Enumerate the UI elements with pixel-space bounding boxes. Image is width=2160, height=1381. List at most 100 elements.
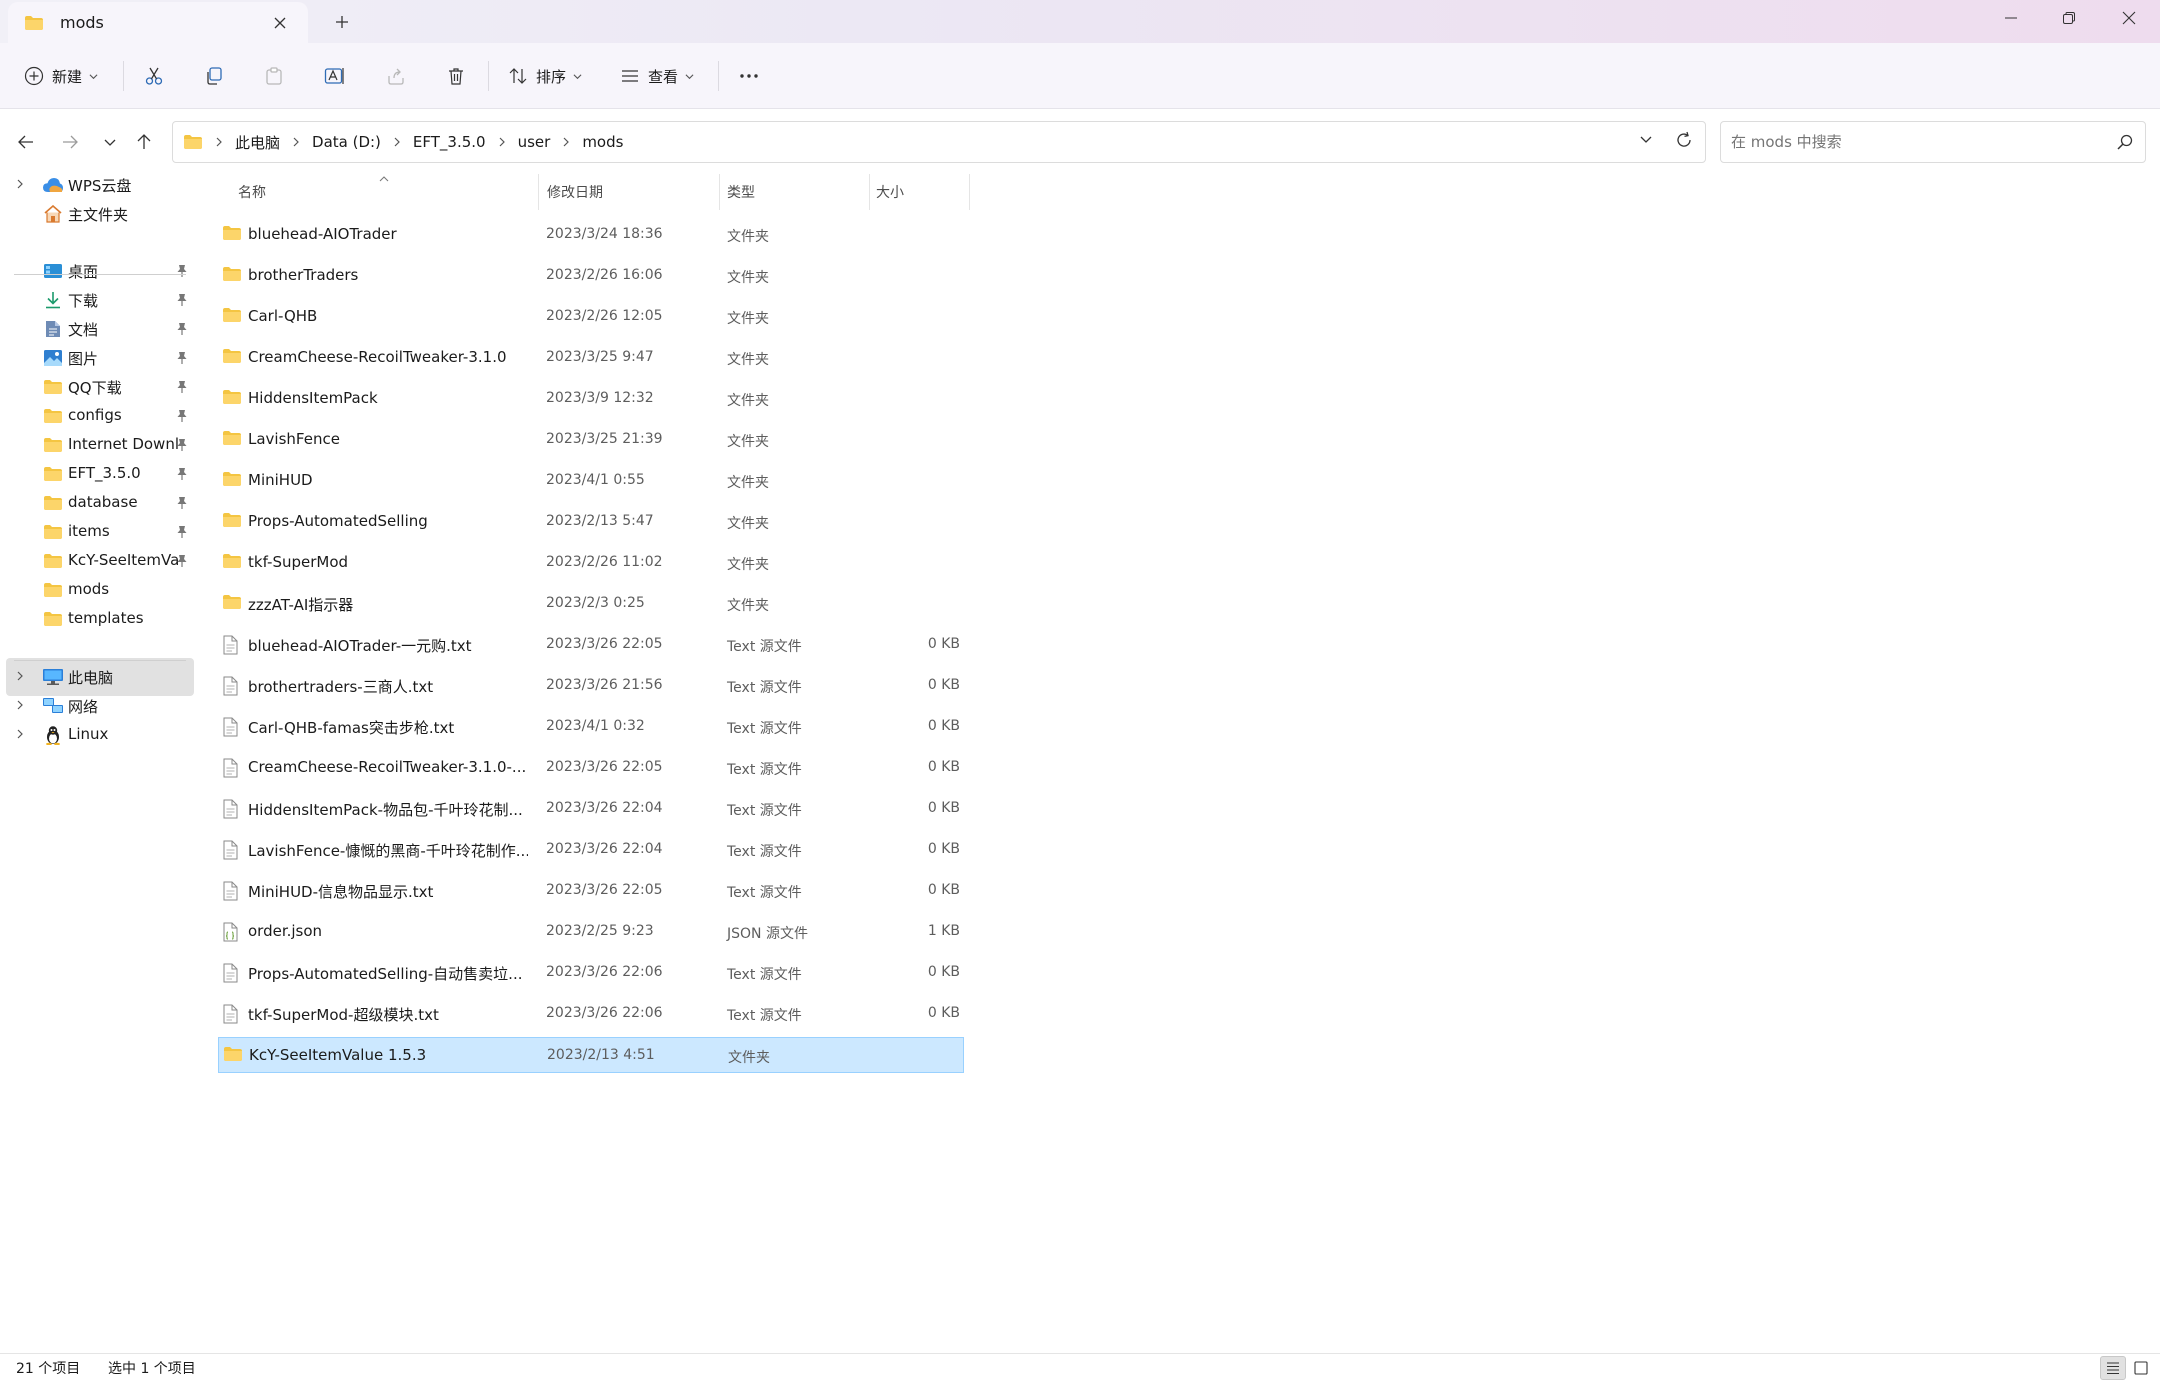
- view-label: 查看: [648, 67, 679, 86]
- sidebar-item[interactable]: 主文件夹: [6, 195, 194, 233]
- chevron-right-icon[interactable]: [16, 728, 24, 740]
- breadcrumb-this-pc[interactable]: 此电脑: [229, 132, 286, 153]
- file-list: 名称 修改日期 类型 大小 bluehead-AIOTrader 2023/3/2…: [198, 174, 2160, 1364]
- file-row[interactable]: brothertraders-三商人.txt 2023/3/26 21:56 Tex…: [218, 668, 964, 704]
- file-row[interactable]: CreamCheese-RecoilTweaker-3.1.0 2023/3/25…: [218, 340, 964, 376]
- nav-divider: [14, 274, 186, 275]
- file-row[interactable]: zzzAT-AI指示器 2023/2/3 0:25 文件夹: [218, 586, 964, 622]
- folder-icon: [223, 1046, 243, 1062]
- details-view-button[interactable]: [2100, 1356, 2126, 1380]
- tab-mods[interactable]: mods: [8, 2, 308, 43]
- up-button[interactable]: [128, 126, 160, 158]
- tiles-view-button[interactable]: [2128, 1356, 2154, 1380]
- sidebar-item[interactable]: templates: [6, 600, 194, 638]
- sidebar-item[interactable]: Linux: [6, 716, 194, 754]
- sidebar-item-label: QQ下载: [68, 379, 122, 397]
- file-row[interactable]: bluehead-AIOTrader-一元购.txt 2023/3/26 22:0…: [218, 627, 964, 663]
- new-tab-button[interactable]: [326, 9, 358, 35]
- file-row[interactable]: Props-AutomatedSelling 2023/2/13 5:47 文件夹: [218, 504, 964, 540]
- column-divider[interactable]: [719, 174, 720, 210]
- file-row[interactable]: Props-AutomatedSelling-自动售卖垃... 2023/3/26…: [218, 955, 964, 991]
- sort-icon: [509, 68, 527, 84]
- file-row[interactable]: Carl-QHB-famas突击步枪.txt 2023/4/1 0:32 Text …: [218, 709, 964, 745]
- sidebar-item-label: 主文件夹: [68, 206, 129, 224]
- paste-icon: [266, 67, 282, 85]
- refresh-button[interactable]: [1675, 131, 1693, 149]
- chevron-right-icon[interactable]: [387, 137, 407, 147]
- breadcrumb-eft[interactable]: EFT_3.5.0: [407, 133, 492, 151]
- column-header-size[interactable]: 大小: [876, 182, 904, 202]
- forward-button[interactable]: [54, 126, 86, 158]
- chevron-right-icon[interactable]: [492, 137, 512, 147]
- column-header-name[interactable]: 名称: [238, 182, 266, 202]
- more-options-button[interactable]: [738, 58, 760, 94]
- file-row[interactable]: bluehead-AIOTrader 2023/3/24 18:36 文件夹: [218, 217, 964, 253]
- file-row[interactable]: order.json 2023/2/25 9:23 JSON 源文件 1 KB: [218, 914, 964, 950]
- sidebar-item-label: 文档: [68, 321, 99, 339]
- column-divider[interactable]: [969, 174, 970, 210]
- linux-icon: [42, 725, 64, 745]
- file-row[interactable]: HiddensItemPack 2023/3/9 12:32 文件夹: [218, 381, 964, 417]
- close-tab-button[interactable]: [268, 11, 292, 35]
- file-row[interactable]: LavishFence-慷慨的黑商-千叶玲花制作.... 2023/3/26 22…: [218, 832, 964, 868]
- refresh-icon: [1677, 131, 1691, 147]
- address-bar[interactable]: 此电脑 Data (D:) EFT_3.5.0 user mods: [172, 121, 1706, 163]
- file-row[interactable]: MiniHUD-信息物品显示.txt 2023/3/26 22:05 Text 源文…: [218, 873, 964, 909]
- file-row[interactable]: LavishFence 2023/3/25 21:39 文件夹: [218, 422, 964, 458]
- chevron-right-icon[interactable]: [286, 137, 306, 147]
- restore-button[interactable]: [2038, 0, 2100, 36]
- sort-button[interactable]: 排序: [508, 58, 582, 94]
- search-button[interactable]: [2105, 134, 2145, 150]
- chevron-right-icon[interactable]: [16, 178, 24, 190]
- minimize-button[interactable]: [1980, 0, 2042, 36]
- navigation-pane: WPS云盘 主文件夹 桌面 下载 文档 图片 QQ下载 configs Internet Dow…: [0, 174, 196, 1364]
- file-row[interactable]: Carl-QHB 2023/2/26 12:05 文件夹: [218, 299, 964, 335]
- column-divider[interactable]: [869, 174, 870, 210]
- file-date: 2023/4/1 0:55: [546, 472, 645, 488]
- breadcrumb-user[interactable]: user: [512, 133, 557, 151]
- file-row[interactable]: KcY-SeeItemValue 1.5.3 2023/2/13 4:51 文件夹: [218, 1037, 964, 1073]
- back-button[interactable]: [10, 126, 42, 158]
- file-name: MiniHUD-信息物品显示.txt: [248, 883, 434, 901]
- recent-locations-button[interactable]: [94, 126, 126, 158]
- close-window-button[interactable]: [2098, 0, 2160, 36]
- chevron-right-icon[interactable]: [556, 137, 576, 147]
- sidebar-item-label: 此电脑: [68, 669, 114, 687]
- rename-button[interactable]: [324, 58, 346, 94]
- file-row[interactable]: brotherTraders 2023/2/26 16:06 文件夹: [218, 258, 964, 294]
- chevron-right-icon[interactable]: [209, 137, 229, 147]
- file-row[interactable]: tkf-SuperMod-超级模块.txt 2023/3/26 22:06 Text…: [218, 996, 964, 1032]
- more-icon: [740, 74, 758, 78]
- file-date: 2023/3/26 22:05: [546, 759, 663, 775]
- file-row[interactable]: tkf-SuperMod 2023/2/26 11:02 文件夹: [218, 545, 964, 581]
- cut-button[interactable]: [144, 58, 164, 94]
- delete-button[interactable]: [446, 58, 466, 94]
- sidebar-item-label: items: [68, 522, 110, 540]
- file-row[interactable]: CreamCheese-RecoilTweaker-3.1.0-... 2023/…: [218, 750, 964, 786]
- file-row[interactable]: MiniHUD 2023/4/1 0:55 文件夹: [218, 463, 964, 499]
- column-header-type[interactable]: 类型: [727, 182, 755, 202]
- file-date: 2023/3/26 22:05: [546, 636, 663, 652]
- copy-button[interactable]: [204, 58, 224, 94]
- paste-button[interactable]: [264, 58, 284, 94]
- view-button[interactable]: 查看: [620, 58, 694, 94]
- breadcrumb-mods[interactable]: mods: [576, 133, 629, 151]
- new-button[interactable]: 新建: [24, 58, 98, 94]
- file-date: 2023/3/26 21:56: [546, 677, 663, 693]
- text-file-icon: [222, 635, 238, 655]
- address-history-button[interactable]: [1639, 132, 1653, 146]
- details-view-icon: [2107, 1362, 2119, 1375]
- file-row[interactable]: HiddensItemPack-物品包-千叶玲花制... 2023/3/26 22…: [218, 791, 964, 827]
- breadcrumb-data-drive[interactable]: Data (D:): [306, 133, 387, 151]
- file-size: 1 KB: [927, 923, 960, 939]
- folder-icon: [222, 225, 242, 241]
- chevron-right-icon[interactable]: [16, 699, 24, 711]
- column-divider[interactable]: [538, 174, 539, 210]
- search-box[interactable]: [1720, 121, 2146, 163]
- share-button[interactable]: [386, 58, 406, 94]
- chevron-right-icon[interactable]: [16, 670, 24, 682]
- trash-icon: [449, 68, 463, 85]
- column-header-date[interactable]: 修改日期: [547, 182, 603, 202]
- search-input[interactable]: [1731, 133, 2105, 151]
- sidebar-item-label: EFT_3.5.0: [68, 464, 141, 482]
